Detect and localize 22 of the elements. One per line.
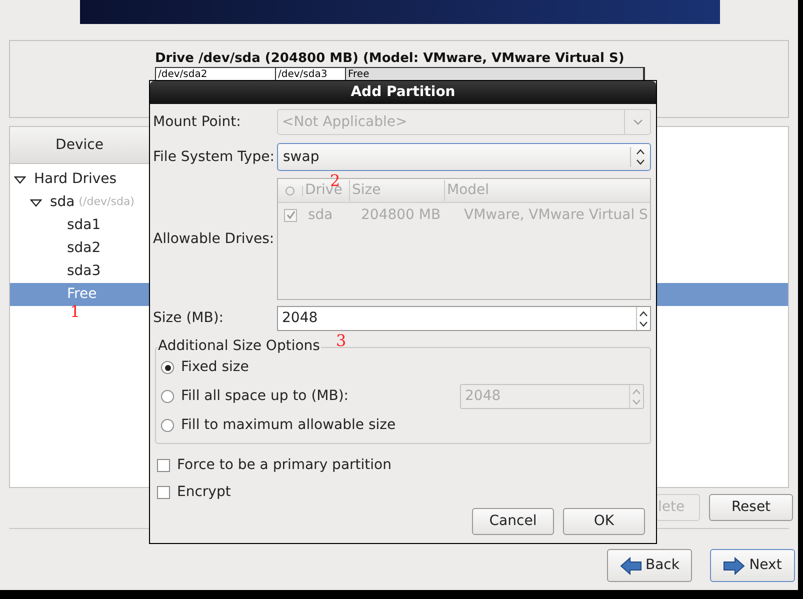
- group-title: Additional Size Options: [158, 338, 321, 354]
- field-label: Allowable Drives:: [153, 230, 276, 248]
- dialog-title: Add Partition: [150, 81, 656, 104]
- tree-label: sda: [50, 193, 75, 212]
- tree-label: Free: [67, 285, 97, 304]
- annotation-number: 1: [70, 304, 80, 320]
- field-label: Mount Point:: [153, 112, 242, 132]
- option-label: Fill to maximum allowable size: [181, 416, 397, 435]
- drive-title: Drive /dev/sda (204800 MB) (Model: VMware, VMware Virtual S): [155, 51, 626, 67]
- option-label: Fill all space up to (MB):: [181, 387, 350, 406]
- tree-label: Hard Drives: [34, 170, 117, 189]
- annotation-number: 3: [336, 333, 346, 349]
- tree-detail: (/dev/sda): [78, 194, 134, 210]
- tree-label: sda3: [67, 262, 101, 281]
- table-cell-text: VMware, VMware Virtual S: [464, 206, 649, 224]
- field-label: Size (MB):: [153, 309, 225, 328]
- table-cell-text: 204800 MB: [360, 206, 442, 224]
- checkbox-label: Force to be a primary partition: [177, 456, 392, 475]
- field-label: File System Type:: [153, 148, 276, 166]
- table-cell-text: sda: [307, 206, 334, 224]
- checkbox-label: Encrypt: [177, 483, 231, 502]
- option-label: Fixed size: [181, 358, 250, 377]
